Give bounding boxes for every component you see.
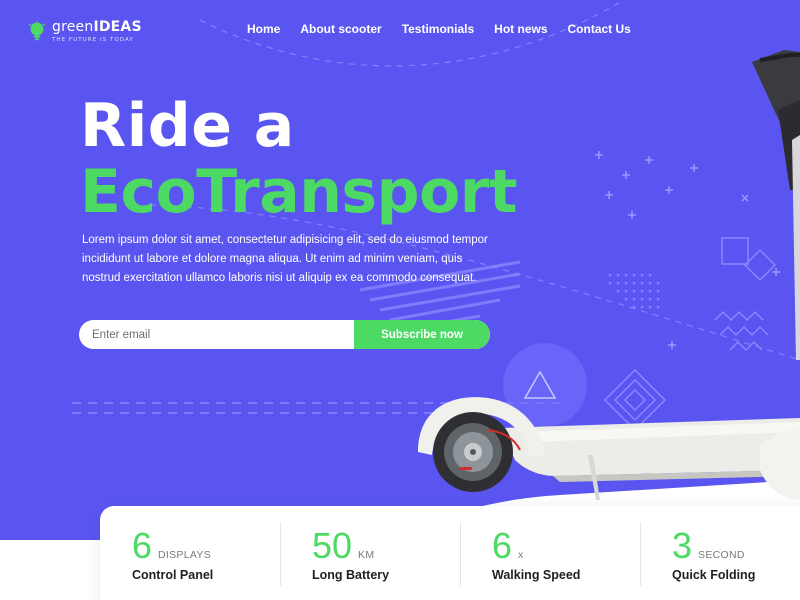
brand-name-part1: green (52, 19, 94, 35)
brand-tagline: THE FUTURE IS TODAY (52, 37, 134, 43)
nav-item-home[interactable]: Home (247, 22, 280, 36)
lightbulb-icon (28, 21, 46, 41)
nav-item-contact-us[interactable]: Contact Us (568, 22, 631, 36)
nav-item-testimonials[interactable]: Testimonials (402, 22, 474, 36)
stat-quick-folding: 3 SECOND Quick Folding (640, 506, 800, 600)
stat-label: Long Battery (312, 568, 390, 582)
hero-lead-text: Lorem ipsum dolor sit amet, consectetur … (82, 234, 488, 284)
brand-name-part2: IDEAS (93, 19, 142, 35)
hero-title-line2: EcoTransport (80, 157, 518, 227)
stat-label: Walking Speed (492, 568, 581, 582)
stat-value: 3 (672, 525, 693, 566)
stat-unit: SECOND (698, 549, 745, 561)
nav-item-hot-news[interactable]: Hot news (494, 22, 547, 36)
brand-name: greenIDEAS (52, 19, 142, 35)
stat-walking-speed: 6 X Walking Speed (460, 506, 640, 600)
stat-unit: X (518, 549, 524, 561)
stat-long-battery: 50 KM Long Battery (280, 506, 460, 600)
brand-text: greenIDEAS THE FUTURE IS TODAY (52, 19, 142, 43)
brand-logo[interactable]: greenIDEAS THE FUTURE IS TODAY (28, 19, 142, 43)
features-stats-card: 6 DISPLAYS Control Panel 50 KM Long Batt… (100, 506, 800, 600)
stat-value: 6 (492, 525, 513, 566)
stat-unit: DISPLAYS (158, 549, 212, 561)
stat-label: Control Panel (132, 568, 214, 582)
subscribe-form: Subscribe now (79, 320, 490, 349)
main-nav: Home About scooter Testimonials Hot news… (247, 22, 651, 36)
stat-value: 50 (312, 525, 353, 566)
stat-value: 6 (132, 525, 153, 566)
subscribe-button[interactable]: Subscribe now (354, 320, 490, 349)
stat-unit: KM (358, 549, 375, 561)
stat-control-panel: 6 DISPLAYS Control Panel (100, 506, 280, 600)
hero-title-line1: Ride a (80, 91, 295, 161)
stat-label: Quick Folding (672, 568, 756, 582)
email-input[interactable] (79, 320, 354, 349)
nav-item-about-scooter[interactable]: About scooter (300, 22, 381, 36)
